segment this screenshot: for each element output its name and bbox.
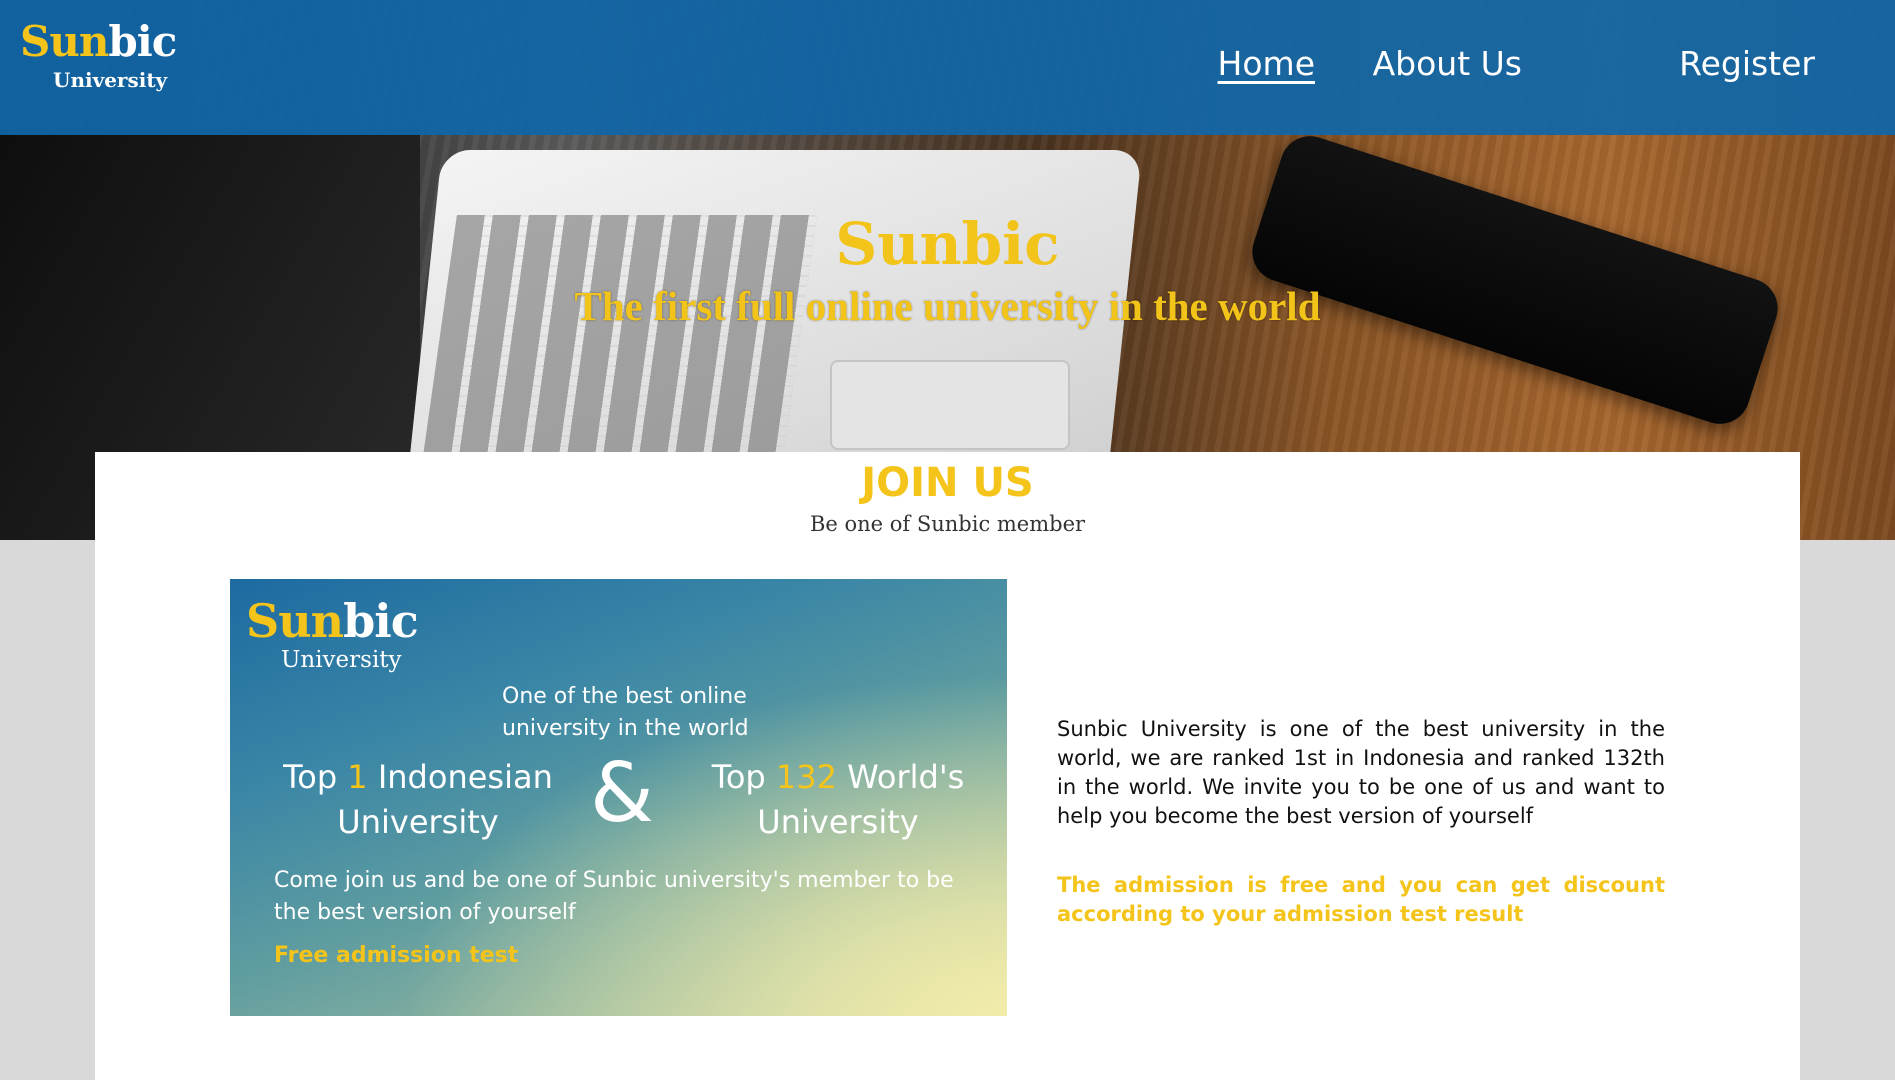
site-header: Sunbic University Home About Us Register	[0, 0, 1895, 135]
join-subtitle: Be one of Sunbic member	[809, 512, 1086, 536]
university-description: Sunbic University is one of the best uni…	[1057, 717, 1665, 828]
promo-rank-world: Top 132 World's University	[688, 755, 988, 845]
promo-invite-text: Come join us and be one of Sunbic univer…	[274, 868, 954, 925]
promo-logo-subtitle: University	[281, 647, 402, 673]
promo-logo-sun-text: Sun	[246, 594, 344, 648]
promo-logo-bic-text: bic	[343, 594, 419, 648]
promo-free-test: Free admission test	[274, 943, 519, 968]
admission-note: The admission is free and you can get di…	[1057, 873, 1665, 926]
promo-ampersand: &	[590, 746, 654, 841]
nav-register-link[interactable]: Register	[1679, 44, 1815, 83]
promo-logo: Sunbic University	[246, 594, 419, 673]
rank-right-prefix: Top	[711, 758, 776, 796]
hero-trackpad-image	[830, 360, 1070, 450]
rank-left-prefix: Top	[283, 758, 348, 796]
rank-left-number: 1	[347, 758, 368, 796]
rank-left-suffix: Indonesian University	[337, 758, 553, 841]
hero-subtitle: The first full online university in the …	[574, 283, 1321, 329]
join-title: JOIN US	[861, 460, 1034, 506]
logo-wordmark: Sunbic	[20, 17, 177, 66]
promo-card: Sunbic University One of the best online…	[230, 579, 1007, 1016]
promo-rank-indonesia: Top 1 Indonesian University	[268, 755, 568, 845]
nav-home-link[interactable]: Home	[1218, 44, 1315, 83]
logo-subtitle: University	[53, 68, 168, 92]
promo-logo-wordmark: Sunbic	[246, 594, 419, 648]
nav-about-link[interactable]: About Us	[1373, 44, 1522, 83]
site-logo[interactable]: Sunbic University	[20, 17, 177, 93]
rank-right-number: 132	[775, 758, 837, 796]
hero-title: Sunbic	[835, 210, 1060, 278]
join-section: JOIN US Be one of Sunbic member Sunbic U…	[95, 452, 1800, 1080]
logo-sun-text: Sun	[20, 17, 109, 66]
logo-bic-text: bic	[108, 17, 177, 66]
promo-tagline: One of the best online university in the…	[502, 684, 749, 741]
